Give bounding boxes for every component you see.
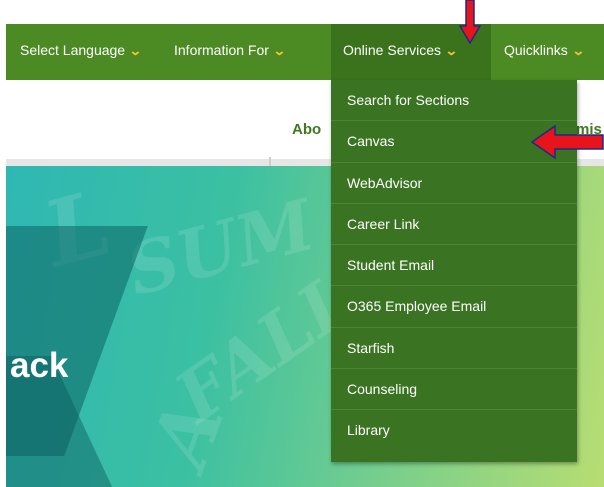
chevron-down-icon: ⌄ <box>571 43 586 58</box>
menu-item-webadvisor[interactable]: WebAdvisor <box>331 163 577 204</box>
chevron-down-icon: ⌄ <box>444 43 459 58</box>
nav-select-language[interactable]: Select Language ⌄ <box>20 24 143 80</box>
nav-quicklinks[interactable]: Quicklinks ⌄ <box>504 24 586 80</box>
menu-item-student-email[interactable]: Student Email <box>331 245 577 287</box>
menu-item-starfish[interactable]: Starfish <box>331 328 577 370</box>
chevron-down-icon: ⌄ <box>272 43 287 58</box>
menu-item-o365-employee-email[interactable]: O365 Employee Email <box>331 286 577 328</box>
nav-information-for[interactable]: Information For ⌄ <box>174 24 287 80</box>
red-arrow-icon <box>459 0 481 44</box>
chevron-down-icon: ⌄ <box>128 43 143 58</box>
menu-item-library[interactable]: Library <box>331 410 577 451</box>
hero-headline: ack <box>10 346 69 385</box>
menu-item-search-for-sections[interactable]: Search for Sections <box>331 80 577 122</box>
nav-label: Select Language <box>20 42 126 58</box>
nav-label: Quicklinks <box>504 42 568 58</box>
top-navigation: Select Language ⌄ Information For ⌄ Online… <box>6 24 604 80</box>
nav-label: Online Services <box>343 42 442 58</box>
subnav-about-link[interactable]: Abo <box>292 121 321 138</box>
red-arrow-icon <box>531 124 604 160</box>
menu-item-counseling[interactable]: Counseling <box>331 369 577 411</box>
menu-item-career-link[interactable]: Career Link <box>331 204 577 246</box>
nav-label: Information For <box>174 42 269 58</box>
